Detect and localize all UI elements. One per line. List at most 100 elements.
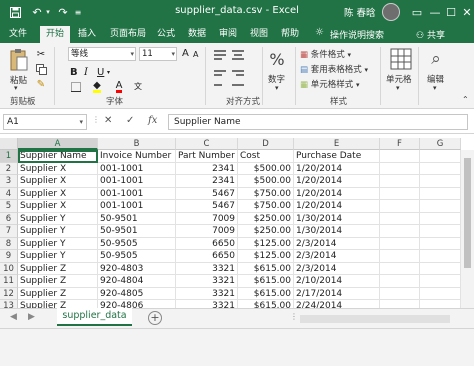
row-header[interactable]: 3 — [0, 175, 18, 188]
cell-f1[interactable] — [380, 150, 420, 163]
paste-icon[interactable] — [8, 47, 30, 73]
cell-d7[interactable]: $250.00 — [238, 225, 294, 238]
cell-b6[interactable]: 50-9501 — [98, 212, 176, 225]
cell-a5[interactable]: Supplier X — [18, 200, 98, 213]
column-header-e[interactable]: E — [294, 138, 380, 150]
cell-c1[interactable]: Part Number — [176, 150, 238, 163]
cell-a1[interactable]: Supplier Name — [18, 150, 98, 163]
column-header-d[interactable]: D — [238, 138, 294, 150]
cell-c4[interactable]: 5467 — [176, 187, 238, 200]
row-header[interactable]: 11 — [0, 275, 18, 288]
cell-b8[interactable]: 50-9505 — [98, 237, 176, 250]
user-name[interactable]: 陈 春晗 — [344, 5, 376, 19]
tab-home[interactable]: 开始 — [40, 26, 70, 43]
cell-a2[interactable]: Supplier X — [18, 162, 98, 175]
lightbulb-icon[interactable]: ☼ — [315, 27, 324, 38]
format-as-table-button[interactable]: ▤ 套用表格格式 ▾ — [300, 63, 368, 75]
number-dropdown-icon[interactable]: ▾ — [275, 84, 279, 92]
column-header-f[interactable]: F — [380, 138, 420, 150]
column-header-b[interactable]: B — [98, 138, 176, 150]
cell-d6[interactable]: $250.00 — [238, 212, 294, 225]
cell-d3[interactable]: $500.00 — [238, 175, 294, 188]
tab-formulas[interactable]: 公式 — [153, 26, 179, 43]
cell-g13[interactable] — [420, 300, 461, 308]
cell-e13[interactable]: 2/24/2014 — [294, 300, 380, 308]
cell-d9[interactable]: $125.00 — [238, 250, 294, 263]
scrollbar-thumb[interactable] — [464, 158, 471, 268]
vertical-scrollbar[interactable] — [461, 150, 474, 308]
cell-f9[interactable] — [380, 250, 420, 263]
cell-f3[interactable] — [380, 175, 420, 188]
cell-a10[interactable]: Supplier Z — [18, 262, 98, 275]
row-header[interactable]: 2 — [0, 162, 18, 175]
cell-a11[interactable]: Supplier Z — [18, 275, 98, 288]
name-box[interactable]: A1 ▾ — [3, 114, 87, 130]
row-header[interactable]: 8 — [0, 237, 18, 250]
fill-color-icon[interactable]: ◆ — [90, 80, 104, 93]
cell-e12[interactable]: 2/17/2014 — [294, 287, 380, 300]
cell-f5[interactable] — [380, 200, 420, 213]
paste-dropdown-icon[interactable]: ▾ — [14, 84, 18, 92]
cell-d2[interactable]: $500.00 — [238, 162, 294, 175]
cancel-icon[interactable]: ✕ — [104, 115, 112, 126]
cell-f11[interactable] — [380, 275, 420, 288]
cell-a3[interactable]: Supplier X — [18, 175, 98, 188]
cell-b1[interactable]: Invoice Number — [98, 150, 176, 163]
row-header[interactable]: 9 — [0, 250, 18, 263]
row-header[interactable]: 12 — [0, 287, 18, 300]
cell-b11[interactable]: 920-4804 — [98, 275, 176, 288]
cell-f8[interactable] — [380, 237, 420, 250]
cell-c9[interactable]: 6650 — [176, 250, 238, 263]
column-header-c[interactable]: C — [176, 138, 238, 150]
cell-c6[interactable]: 7009 — [176, 212, 238, 225]
formula-input[interactable]: Supplier Name — [168, 114, 468, 130]
cell-a9[interactable]: Supplier Y — [18, 250, 98, 263]
format-painter-icon[interactable]: ✎ — [34, 78, 48, 90]
add-sheet-button[interactable]: + — [148, 311, 162, 325]
cell-c7[interactable]: 7009 — [176, 225, 238, 238]
cell-a4[interactable]: Supplier X — [18, 187, 98, 200]
tell-me-search[interactable]: 操作说明搜索 — [330, 28, 384, 41]
font-name-select[interactable]: 等线 ▾ — [68, 47, 136, 61]
enter-icon[interactable]: ✓ — [126, 115, 134, 126]
cell-g6[interactable] — [420, 212, 461, 225]
cell-g3[interactable] — [420, 175, 461, 188]
cell-e8[interactable]: 2/3/2014 — [294, 237, 380, 250]
cell-b9[interactable]: 50-9505 — [98, 250, 176, 263]
cell-e6[interactable]: 1/30/2014 — [294, 212, 380, 225]
cell-f6[interactable] — [380, 212, 420, 225]
row-header[interactable]: 4 — [0, 187, 18, 200]
collapse-ribbon-icon[interactable]: ⌃ — [462, 95, 469, 104]
font-color-icon[interactable]: A — [112, 80, 126, 93]
tab-file[interactable]: 文件 — [6, 26, 30, 43]
cell-a6[interactable]: Supplier Y — [18, 212, 98, 225]
cell-e5[interactable]: 1/20/2014 — [294, 200, 380, 213]
tab-view[interactable]: 视图 — [246, 26, 272, 43]
conditional-format-button[interactable]: ▦ 条件格式 ▾ — [300, 48, 351, 60]
tab-page-layout[interactable]: 页面布局 — [106, 26, 150, 43]
tab-insert[interactable]: 插入 — [74, 26, 100, 43]
cell-f13[interactable] — [380, 300, 420, 308]
cell-c12[interactable]: 3321 — [176, 287, 238, 300]
row-header[interactable]: 7 — [0, 225, 18, 238]
cell-c10[interactable]: 3321 — [176, 262, 238, 275]
cell-e9[interactable]: 2/3/2014 — [294, 250, 380, 263]
cell-g4[interactable] — [420, 187, 461, 200]
paste-button[interactable]: 粘贴 — [10, 74, 27, 86]
cell-g7[interactable] — [420, 225, 461, 238]
cell-g5[interactable] — [420, 200, 461, 213]
row-header[interactable]: 13 — [0, 300, 18, 308]
cell-g2[interactable] — [420, 162, 461, 175]
cell-g12[interactable] — [420, 287, 461, 300]
cells-icon[interactable] — [388, 47, 414, 71]
close-button[interactable]: ✕ — [456, 0, 474, 24]
italic-button[interactable]: I — [84, 67, 88, 78]
cell-d4[interactable]: $750.00 — [238, 187, 294, 200]
cell-c8[interactable]: 6650 — [176, 237, 238, 250]
cell-c11[interactable]: 3321 — [176, 275, 238, 288]
insert-function-icon[interactable]: fx — [148, 115, 157, 126]
cell-c5[interactable]: 5467 — [176, 200, 238, 213]
cell-e4[interactable]: 1/20/2014 — [294, 187, 380, 200]
cell-e10[interactable]: 2/3/2014 — [294, 262, 380, 275]
select-all-button[interactable] — [0, 138, 18, 150]
